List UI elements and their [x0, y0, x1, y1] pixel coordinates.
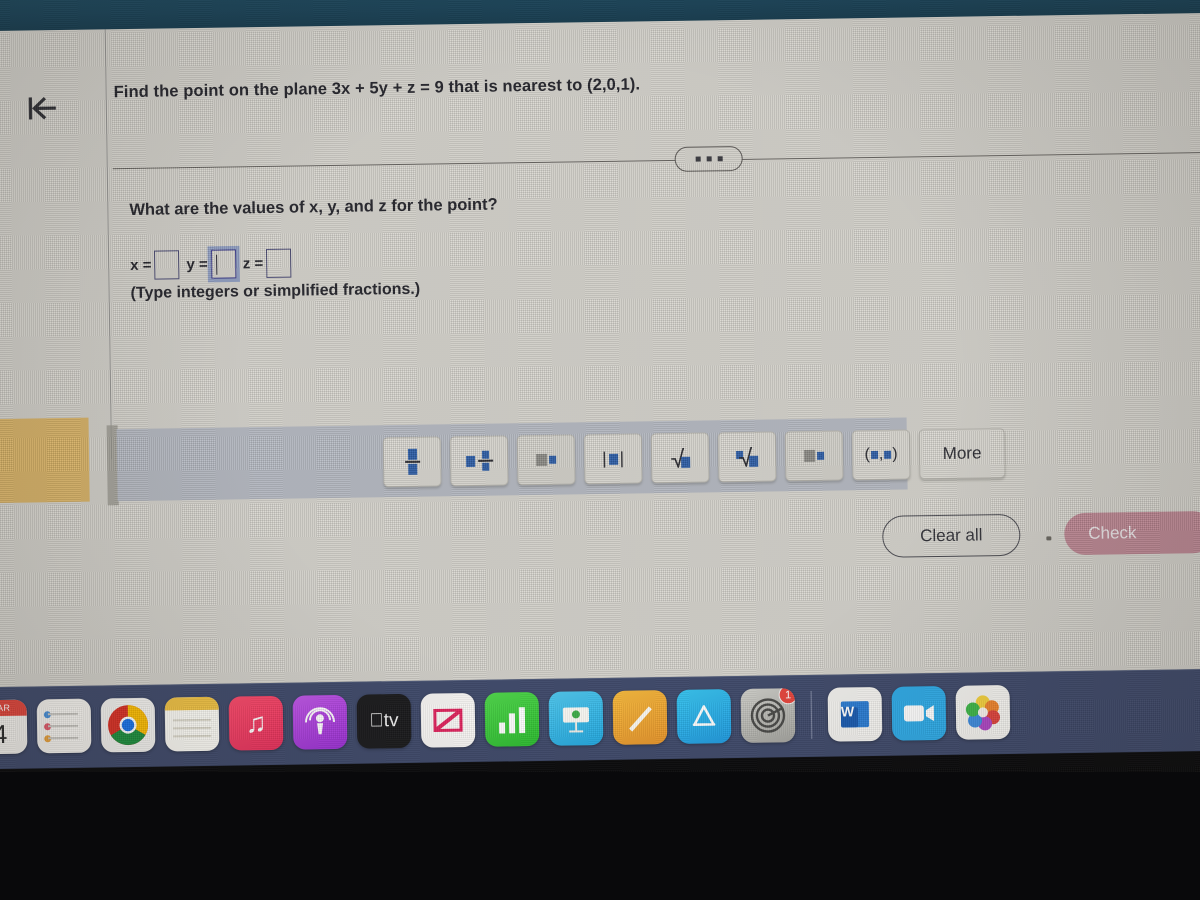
- dock-item-system-preferences[interactable]: 1: [740, 688, 796, 743]
- answer-format-hint: (Type integers or simplified fractions.): [130, 280, 421, 302]
- dock-separator: [810, 690, 813, 739]
- x-field-label: x =: [130, 256, 152, 274]
- laptop-bezel: [0, 772, 1200, 900]
- back-to-start-arrow-icon[interactable]: [18, 86, 69, 131]
- homework-app-page: Find the point on the plane 3x + 5y + z …: [0, 12, 1200, 692]
- calendar-day-label: 4: [0, 718, 8, 749]
- dock-item-chrome[interactable]: [100, 697, 156, 753]
- sub-prompt: What are the values of x, y, and z for t…: [129, 195, 498, 219]
- dock-item-music[interactable]: ♫: [228, 695, 284, 751]
- dock-item-app-store[interactable]: [676, 689, 732, 744]
- laptop-screen: Find the point on the plane 3x + 5y + z …: [0, 0, 1200, 798]
- mixed-number-button[interactable]: [449, 435, 509, 487]
- screenshot-root: Find the point on the plane 3x + 5y + z …: [0, 0, 1200, 900]
- content-left-rule: [104, 29, 113, 460]
- math-palette: | | (,) More: [382, 428, 1006, 488]
- dock-item-reminders[interactable]: [36, 698, 92, 754]
- question-prompt: Find the point on the plane 3x + 5y + z …: [113, 75, 641, 102]
- fraction-button[interactable]: [382, 436, 442, 488]
- section-divider: [112, 139, 1200, 181]
- exponent-button[interactable]: [516, 434, 576, 486]
- divider-line: [112, 152, 1200, 170]
- more-button[interactable]: More: [918, 428, 1006, 480]
- dock-item-photos[interactable]: [955, 684, 1011, 740]
- macos-dock: MAR 4 ♫ tv 1 W: [0, 668, 1200, 770]
- more-button-label: More: [942, 443, 982, 463]
- ordered-pair-button[interactable]: (,): [851, 429, 911, 481]
- z-field-label: z =: [242, 255, 264, 273]
- cursor-dot: [1046, 536, 1052, 541]
- dock-item-notes[interactable]: [164, 696, 220, 752]
- dock-item-zoom[interactable]: [891, 685, 947, 741]
- x-answer-input[interactable]: [154, 250, 180, 280]
- dock-item-apple-tv[interactable]: tv: [356, 693, 412, 749]
- word-label: W: [840, 703, 855, 720]
- nth-root-button[interactable]: [717, 431, 777, 483]
- y-answer-input[interactable]: [210, 249, 236, 279]
- dock-item-pages[interactable]: [612, 690, 668, 745]
- y-field-label: y =: [186, 255, 208, 274]
- check-button[interactable]: Check: [1063, 510, 1200, 556]
- apple-tv-label: tv: [376, 710, 399, 732]
- dock-item-podcasts[interactable]: [292, 694, 348, 750]
- answer-row: x = y = z =: [130, 248, 298, 280]
- clear-all-button[interactable]: Clear all: [882, 513, 1021, 558]
- dock-item-news[interactable]: [420, 692, 476, 748]
- square-root-button[interactable]: [650, 432, 710, 484]
- z-answer-input[interactable]: [265, 248, 292, 278]
- dock-item-microsoft-word[interactable]: W: [827, 686, 883, 742]
- system-preferences-badge: 1: [778, 688, 796, 705]
- absolute-value-button[interactable]: | |: [583, 433, 643, 485]
- dock-item-numbers[interactable]: [484, 691, 540, 747]
- sidebar-orange-tab: [0, 417, 90, 504]
- subscript-button[interactable]: [784, 430, 844, 482]
- dock-item-keynote[interactable]: [548, 691, 604, 746]
- ellipsis-icon[interactable]: [674, 145, 743, 172]
- dock-item-calendar[interactable]: MAR 4: [0, 699, 28, 755]
